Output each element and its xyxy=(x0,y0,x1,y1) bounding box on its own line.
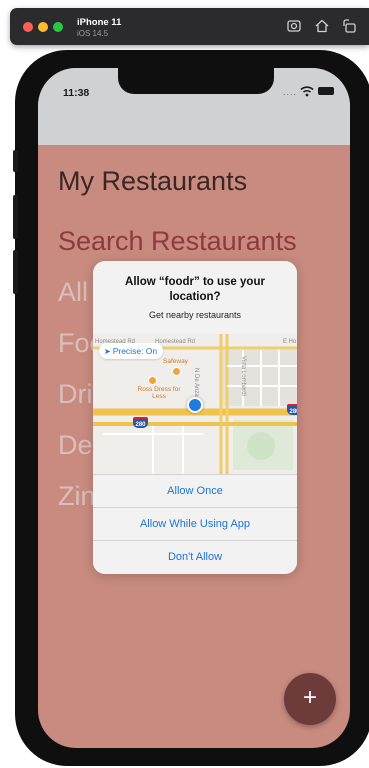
precise-label: Precise: On xyxy=(112,346,158,356)
dont-allow-button[interactable]: Don't Allow xyxy=(93,540,297,574)
add-button[interactable]: + xyxy=(284,673,336,725)
close-window-button[interactable] xyxy=(23,22,33,32)
simulator-toolbar: iPhone 11 iOS 14.5 xyxy=(10,8,369,45)
location-map: Homestead Rd Homestead Rd E Ho N De Anza… xyxy=(93,334,297,474)
simulator-os-version: iOS 14.5 xyxy=(77,29,109,38)
home-icon[interactable] xyxy=(314,18,330,34)
minimize-window-button[interactable] xyxy=(38,22,48,32)
status-time: 11:38 xyxy=(63,87,90,99)
volume-up-button xyxy=(13,195,18,239)
device-screen: 11:38 .... My Restaurants Search Restaur… xyxy=(38,68,350,748)
zoom-window-button[interactable] xyxy=(53,22,63,32)
volume-down-button xyxy=(13,250,18,294)
menu-item-zin[interactable]: Zin xyxy=(58,481,96,512)
signal-icon: .... xyxy=(283,87,298,97)
map-road-label: E Ho xyxy=(283,339,297,345)
notch xyxy=(118,68,274,94)
alert-title: Allow “foodr” to use your location? xyxy=(125,276,265,303)
wifi-icon xyxy=(300,86,314,97)
simulator-device-name: iPhone 11 xyxy=(77,17,122,28)
location-permission-alert: Allow “foodr” to use your location? Get … xyxy=(93,261,297,574)
poi-pin-icon xyxy=(172,367,181,376)
poi-label-safeway: Safeway xyxy=(163,358,188,365)
menu-item-drinks[interactable]: Dri xyxy=(58,379,93,410)
interstate-shield-icon: 280 xyxy=(133,417,148,428)
allow-while-using-app-button[interactable]: Allow While Using App xyxy=(93,507,297,541)
interstate-shield-icon: 280 xyxy=(287,404,297,415)
allow-once-button[interactable]: Allow Once xyxy=(93,474,297,508)
precise-location-toggle[interactable]: ➤ Precise: On xyxy=(99,343,164,359)
menu-item-all[interactable]: All xyxy=(58,277,88,308)
menu-item-my-restaurants[interactable]: My Restaurants xyxy=(58,166,247,197)
menu-item-desserts[interactable]: De xyxy=(58,430,93,461)
poi-label-ross: Ross Dress for Less xyxy=(137,386,181,400)
silent-switch xyxy=(13,150,18,172)
map-road-label: Vista Lombardi xyxy=(240,356,246,396)
screenshot-icon[interactable] xyxy=(286,18,302,34)
battery-icon xyxy=(318,87,334,95)
location-arrow-icon: ➤ xyxy=(104,347,111,356)
alert-message: Get nearby restaurants xyxy=(148,310,242,320)
map-road-label: Homestead Rd xyxy=(155,339,196,345)
rotate-icon[interactable] xyxy=(341,18,357,34)
current-location-dot xyxy=(187,397,203,413)
poi-pin-icon xyxy=(148,376,157,385)
menu-item-search-restaurants[interactable]: Search Restaurants xyxy=(58,226,297,257)
